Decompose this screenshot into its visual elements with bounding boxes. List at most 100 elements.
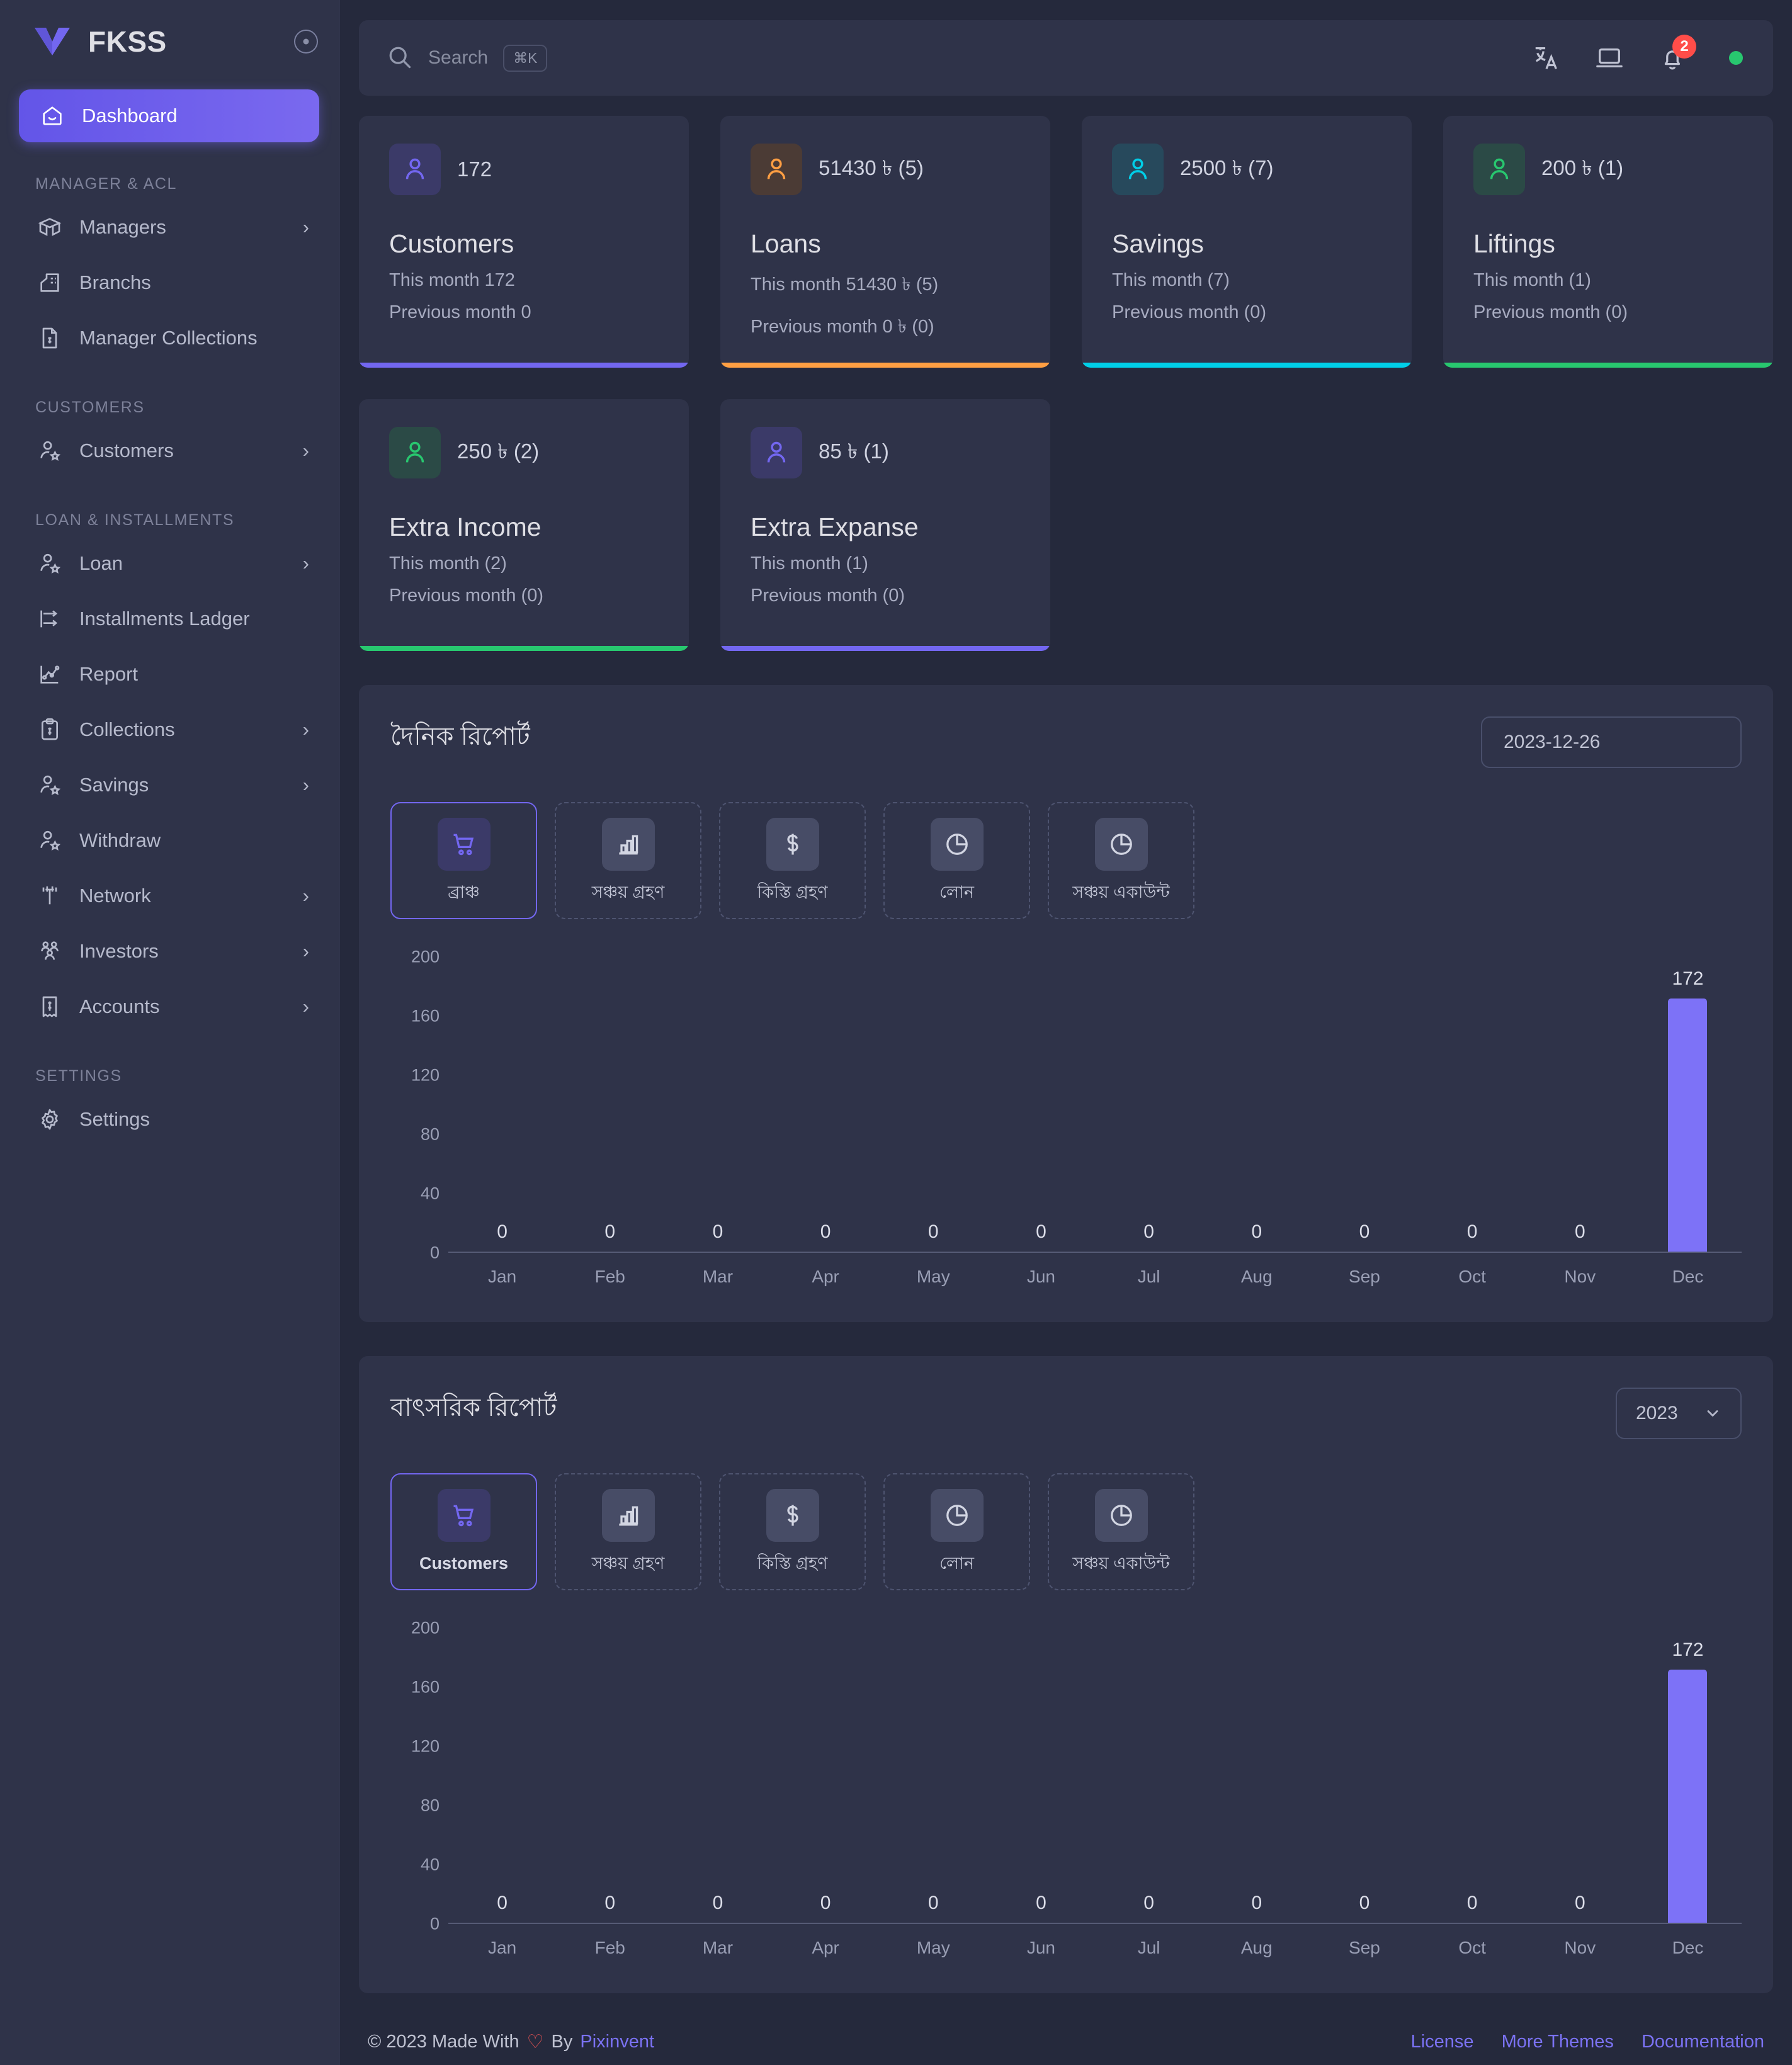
bar-column[interactable]: 0 — [1526, 1628, 1634, 1923]
daily-tab-loan[interactable]: লোন — [883, 802, 1030, 919]
yearly-report-year-select[interactable]: 2023 — [1616, 1388, 1742, 1439]
bar-column[interactable]: 0 — [1310, 957, 1418, 1252]
stat-card-header: 2500 ৳ (7) — [1112, 144, 1381, 195]
sidebar-item-customers[interactable]: Customers › — [0, 423, 339, 478]
bar-column[interactable]: 0 — [772, 1628, 880, 1923]
stat-card-header: 51430 ৳ (5) — [751, 144, 1020, 195]
sidebar-item-installments-ladger[interactable]: Installments Ladger — [0, 591, 339, 647]
stat-card-savings[interactable]: 2500 ৳ (7) Savings This month (7) Previo… — [1082, 116, 1412, 368]
stat-card-prev-month: Previous month (0) — [751, 586, 905, 606]
yearly-tab-customers[interactable]: Customers — [390, 1473, 537, 1590]
search-input[interactable]: Search ⌘K — [385, 43, 548, 74]
bar-column[interactable]: 172 — [1634, 1628, 1742, 1923]
bar-column[interactable]: 0 — [1203, 957, 1310, 1252]
bar-value-label: 0 — [604, 1221, 616, 1242]
sidebar-item-report[interactable]: Report — [0, 647, 339, 702]
footer-link-license[interactable]: License — [1411, 2032, 1474, 2052]
stat-card-liftings[interactable]: 200 ৳ (1) Liftings This month (1) Previo… — [1443, 116, 1773, 368]
sidebar-item-network[interactable]: Network › — [0, 868, 339, 924]
sidebar-item-manager-collections[interactable]: Manager Collections — [0, 310, 339, 366]
daily-tab-installment-receive[interactable]: কিস্তি গ্রহণ — [719, 802, 866, 919]
bar-column[interactable]: 172 — [1634, 957, 1742, 1252]
bar-column[interactable]: 0 — [1419, 957, 1526, 1252]
stat-card-amount: 172 — [457, 157, 492, 181]
sidebar-item-branchs[interactable]: Branchs — [0, 255, 339, 310]
yearly-tab-savings-account[interactable]: সঞ্চয় একাউন্ট — [1048, 1473, 1194, 1590]
sidebar-item-settings[interactable]: Settings — [0, 1092, 339, 1147]
daily-tab-savings-account[interactable]: সঞ্চয় একাউন্ট — [1048, 802, 1194, 919]
stat-card-extra-expanse[interactable]: 85 ৳ (1) Extra Expanse This month (1) Pr… — [720, 399, 1050, 651]
sidebar-item-collections[interactable]: Collections › — [0, 702, 339, 757]
sidebar-item-withdraw[interactable]: Withdraw — [0, 813, 339, 868]
bar-column[interactable]: 0 — [1095, 957, 1203, 1252]
antenna-icon — [37, 883, 63, 909]
bar-column[interactable]: 0 — [987, 1628, 1095, 1923]
stat-card-extra-income[interactable]: 250 ৳ (2) Extra Income This month (2) Pr… — [359, 399, 689, 651]
bar-column[interactable]: 0 — [556, 957, 664, 1252]
footer: © 2023 Made With ♡ By Pixinvent License … — [359, 2031, 1773, 2065]
daily-tab-savings-receive[interactable]: সঞ্চয় গ্রহণ — [555, 802, 701, 919]
bar-column[interactable]: 0 — [664, 957, 771, 1252]
daily-report-date-input[interactable]: 2023-12-26 — [1481, 716, 1742, 768]
sidebar-item-dashboard[interactable]: Dashboard — [19, 89, 319, 142]
bar-column[interactable]: 0 — [1419, 1628, 1526, 1923]
bar[interactable] — [1668, 1669, 1708, 1923]
avatar[interactable] — [1729, 51, 1743, 65]
yearly-tab-loan[interactable]: লোন — [883, 1473, 1030, 1590]
yearly-chart-x-axis: Jan Feb Mar Apr May Jun Jul Aug Sep Oct Nov Dec — [448, 1938, 1742, 1958]
footer-author-link[interactable]: Pixinvent — [580, 2032, 654, 2052]
y-axis-tick: 160 — [411, 1006, 439, 1026]
bar-value-label: 0 — [1251, 1892, 1262, 1913]
stat-card-amount: 2500 ৳ (7) — [1180, 156, 1274, 179]
x-axis-tick: Dec — [1672, 1938, 1704, 1957]
bar-column[interactable]: 0 — [1310, 1628, 1418, 1923]
bar-column[interactable]: 0 — [880, 1628, 987, 1923]
stat-card-customers[interactable]: 172 Customers This month 172 Previous mo… — [359, 116, 689, 368]
bar-column[interactable]: 0 — [664, 1628, 771, 1923]
stat-card-loans[interactable]: 51430 ৳ (5) Loans This month 51430 ৳ (5)… — [720, 116, 1050, 368]
users-icon — [37, 938, 63, 965]
bar-column[interactable]: 0 — [772, 957, 880, 1252]
sidebar-item-managers[interactable]: Managers › — [0, 200, 339, 255]
gear-icon — [37, 1106, 63, 1133]
bar-column[interactable]: 0 — [448, 1628, 556, 1923]
stat-card-this-month: This month 172 — [389, 270, 515, 290]
bar-column[interactable]: 0 — [1095, 1628, 1203, 1923]
footer-link-more-themes[interactable]: More Themes — [1502, 2032, 1614, 2052]
bar-column[interactable]: 0 — [1526, 957, 1634, 1252]
bar-value-label: 0 — [1574, 1892, 1585, 1913]
screen-icon[interactable] — [1594, 43, 1625, 73]
sidebar-item-label: Dashboard — [82, 105, 178, 127]
bar[interactable] — [1668, 998, 1708, 1252]
footer-link-documentation[interactable]: Documentation — [1642, 2032, 1764, 2052]
daily-tab-branch[interactable]: ব্রাঞ্চ — [390, 802, 537, 919]
collapse-sidebar-icon[interactable] — [294, 30, 318, 54]
sidebar-item-accounts[interactable]: Accounts › — [0, 979, 339, 1034]
tab-label: সঞ্চয় একাউন্ট — [1072, 1554, 1170, 1573]
bar-value-label: 0 — [1143, 1892, 1154, 1913]
tab-label: ব্রাঞ্চ — [448, 883, 480, 902]
yearly-tab-installment-receive[interactable]: কিস্তি গ্রহণ — [719, 1473, 866, 1590]
sidebar-item-label: Accounts — [79, 995, 160, 1017]
x-axis-tick: Feb — [594, 1267, 625, 1286]
footer-links: License More Themes Documentation — [1411, 2032, 1764, 2052]
bar-column[interactable]: 0 — [448, 957, 556, 1252]
x-axis-tick: Apr — [812, 1938, 839, 1957]
bar-column[interactable]: 0 — [987, 957, 1095, 1252]
sidebar-item-investors[interactable]: Investors › — [0, 924, 339, 979]
yearly-tab-savings-receive[interactable]: সঞ্চয় গ্রহণ — [555, 1473, 701, 1590]
bar-column[interactable]: 0 — [880, 957, 987, 1252]
stat-card-amount: 85 ৳ (1) — [819, 439, 889, 463]
bell-icon[interactable]: 2 — [1657, 35, 1696, 73]
sidebar-item-label: Managers — [79, 216, 166, 238]
bar-value-label: 0 — [1036, 1892, 1046, 1913]
user-star-icon — [37, 550, 63, 577]
sidebar-item-savings[interactable]: Savings › — [0, 757, 339, 813]
translate-icon[interactable] — [1531, 43, 1562, 73]
chevron-down-icon — [1707, 1410, 1718, 1417]
sidebar-item-loan[interactable]: Loan › — [0, 536, 339, 591]
chevron-right-icon: › — [302, 552, 309, 574]
bar-column[interactable]: 0 — [1203, 1628, 1310, 1923]
sidebar-section-loan-installments: LOAN & INSTALLMENTS — [35, 511, 235, 529]
bar-column[interactable]: 0 — [556, 1628, 664, 1923]
